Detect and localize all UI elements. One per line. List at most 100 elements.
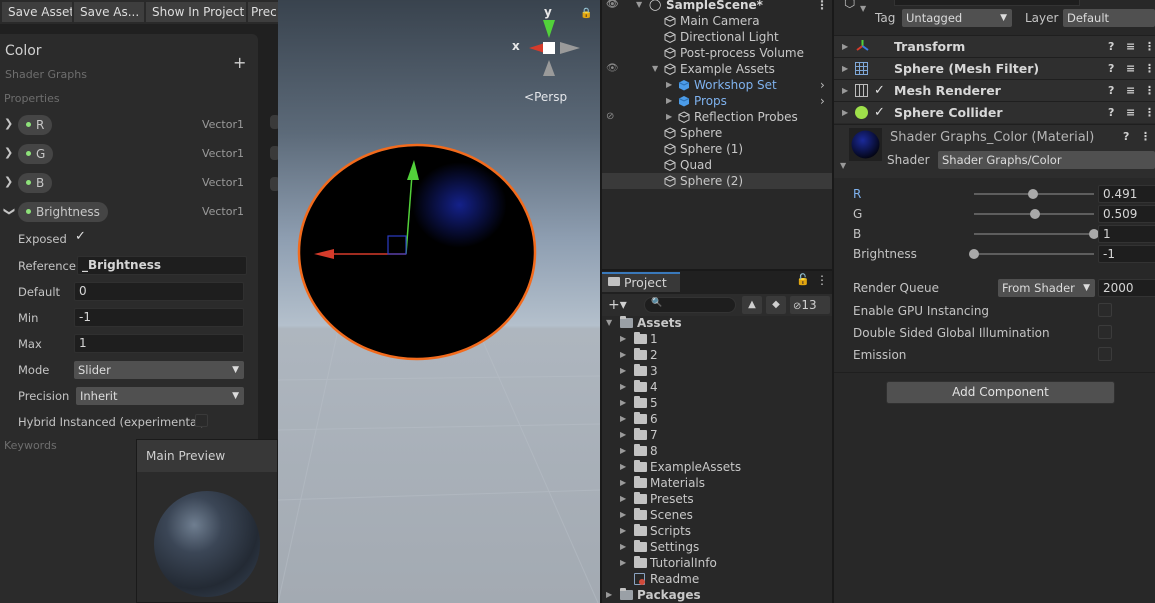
project-folder[interactable]: ▶ 2 (600, 347, 832, 363)
slider-value-field[interactable]: -1 (1098, 245, 1155, 263)
fold-right-icon[interactable]: ▶ (620, 331, 626, 347)
slider-knob[interactable] (969, 249, 979, 259)
project-folder[interactable]: ▶ 6 (600, 411, 832, 427)
hierarchy-item-sphere-1[interactable]: Sphere (1) (600, 141, 832, 157)
gizmo-negy-cone-icon[interactable] (543, 60, 555, 76)
chevron-right-icon[interactable]: › (820, 93, 825, 109)
slider-knob[interactable] (1027, 189, 1038, 199)
project-folder[interactable]: ▶ Scenes (600, 507, 832, 523)
assets-root[interactable]: ▼ Assets (600, 315, 832, 331)
add-component-button[interactable]: Add Component (886, 381, 1115, 404)
chevron-right-icon[interactable]: ❯ (4, 146, 13, 159)
property-pill[interactable]: G (18, 144, 54, 164)
chevron-right-icon[interactable]: ❯ (4, 175, 13, 188)
render-queue-field[interactable]: 2000 (1098, 279, 1155, 297)
hybrid-instanced-checkbox[interactable] (195, 414, 208, 427)
caret-down-icon[interactable]: ▼ (860, 4, 866, 13)
project-asset-readme[interactable]: Readme (600, 571, 832, 587)
fold-right-icon[interactable]: ▶ (606, 587, 612, 603)
project-menu-icon[interactable]: ⋮ (816, 273, 828, 287)
fold-right-icon[interactable]: ▶ (666, 93, 672, 109)
project-folder[interactable]: ▶ 3 (600, 363, 832, 379)
project-folder[interactable]: ▶ 8 (600, 443, 832, 459)
layer-dropdown[interactable]: Default (1063, 9, 1155, 27)
double-sided-gi-checkbox[interactable] (1098, 325, 1112, 339)
slider-row-g[interactable]: G 0.509 (834, 205, 1155, 225)
precision-button[interactable]: Prec (248, 2, 278, 22)
fold-right-icon[interactable]: ▶ (620, 459, 626, 475)
fold-right-icon[interactable]: ▶ (620, 347, 626, 363)
project-folder[interactable]: ▶ 4 (600, 379, 832, 395)
slider-knob[interactable] (1030, 209, 1041, 219)
panel-divider[interactable] (600, 269, 832, 271)
project-folder[interactable]: ▶ Settings (600, 539, 832, 555)
default-field[interactable]: 0 (74, 282, 244, 301)
material-thumbnail[interactable] (849, 128, 882, 161)
hierarchy-item-main-camera[interactable]: Main Camera (600, 13, 832, 29)
slider-row-brightness[interactable]: Brightness -1 (834, 245, 1155, 265)
gizmo-negx-cone-icon[interactable] (560, 42, 580, 54)
fold-right-icon[interactable]: ▶ (666, 109, 672, 125)
component-menu-icon[interactable]: ⋮ (1144, 80, 1155, 101)
help-icon[interactable]: ? (1108, 102, 1114, 123)
preset-icon[interactable]: ≡ (1126, 80, 1135, 101)
help-icon[interactable]: ? (1108, 58, 1114, 79)
property-row-b[interactable]: ❯ B Vector1 (0, 173, 258, 195)
filter-by-type-icon[interactable]: ▲ (742, 296, 762, 314)
preset-icon[interactable]: ≡ (1126, 36, 1135, 57)
hidden-packages-toggle[interactable]: ⊘13 (790, 296, 830, 314)
hierarchy-item-directional-light[interactable]: Directional Light (600, 29, 832, 45)
scene-header-row[interactable]: 👁 ▼ ◯ SampleScene* ⋮ (600, 0, 832, 13)
fold-down-icon[interactable]: ▼ (606, 315, 612, 331)
fold-down-icon[interactable]: ▼ (636, 0, 642, 13)
lock-icon[interactable]: 🔒 (580, 8, 592, 19)
hierarchy-item-quad[interactable]: Quad (600, 157, 832, 173)
slider-value-field[interactable]: 0.509 (1098, 205, 1155, 223)
project-folder[interactable]: ▶ 1 (600, 331, 832, 347)
help-icon[interactable]: ? (1108, 80, 1114, 101)
render-queue-dropdown[interactable]: From Shader ▼ (998, 279, 1095, 297)
fold-right-icon[interactable]: ▶ (842, 36, 848, 57)
component-transform[interactable]: ▶ Transform ? ≡ ⋮ (834, 35, 1155, 57)
chevron-right-icon[interactable]: ❯ (4, 117, 13, 130)
component-menu-icon[interactable]: ⋮ (1144, 102, 1155, 123)
fold-down-icon[interactable]: ▼ (840, 161, 846, 170)
slider-row-b[interactable]: B 1 (834, 225, 1155, 245)
hierarchy-item-props[interactable]: ▶ Props › (600, 93, 832, 109)
slider-value-field[interactable]: 1 (1098, 225, 1155, 243)
save-asset-button[interactable]: Save Asset (2, 2, 72, 22)
project-folder[interactable]: ▶ 7 (600, 427, 832, 443)
project-folder[interactable]: ▶ Materials (600, 475, 832, 491)
fold-right-icon[interactable]: ▶ (842, 58, 848, 79)
project-folder[interactable]: ▶ ExampleAssets (600, 459, 832, 475)
hidden-eye-icon[interactable]: ⊘ (606, 109, 614, 125)
panel-divider[interactable] (832, 0, 834, 603)
gizmo-y-cone-icon[interactable] (543, 20, 555, 38)
fold-right-icon[interactable]: ▶ (620, 539, 626, 555)
fold-right-icon[interactable]: ▶ (620, 411, 626, 427)
visibility-eye-icon[interactable]: 👁 (606, 61, 619, 77)
tag-dropdown[interactable]: Untagged ▼ (902, 9, 1012, 27)
property-row-g[interactable]: ❯ G Vector1 (0, 144, 258, 166)
project-folder[interactable]: ▶ 5 (600, 395, 832, 411)
scene-menu-icon[interactable]: ⋮ (816, 0, 828, 13)
visibility-eye-icon[interactable]: 👁 (606, 0, 619, 13)
exposed-checkbox[interactable]: ✓ (74, 230, 87, 244)
show-in-project-button[interactable]: Show In Project (146, 2, 246, 22)
fold-right-icon[interactable]: ▶ (620, 555, 626, 571)
orientation-gizmo[interactable] (529, 20, 580, 76)
fold-right-icon[interactable]: ▶ (842, 102, 848, 123)
fold-right-icon[interactable]: ▶ (620, 491, 626, 507)
lock-icon[interactable]: 🔓 (796, 273, 810, 286)
create-plus-icon[interactable]: +▾ (608, 297, 627, 313)
emission-checkbox[interactable] (1098, 347, 1112, 361)
min-field[interactable]: -1 (74, 308, 244, 327)
mode-dropdown[interactable]: Slider ▼ (74, 361, 244, 379)
max-field[interactable]: 1 (74, 334, 244, 353)
fold-right-icon[interactable]: ▶ (620, 363, 626, 379)
scene-view[interactable]: y x 🔒 <Persp (278, 0, 600, 603)
filter-by-label-icon[interactable]: ◆ (766, 296, 786, 314)
gizmo-center-cube[interactable] (543, 42, 555, 54)
property-pill[interactable]: R (18, 115, 53, 135)
help-icon[interactable]: ? (1108, 36, 1114, 57)
